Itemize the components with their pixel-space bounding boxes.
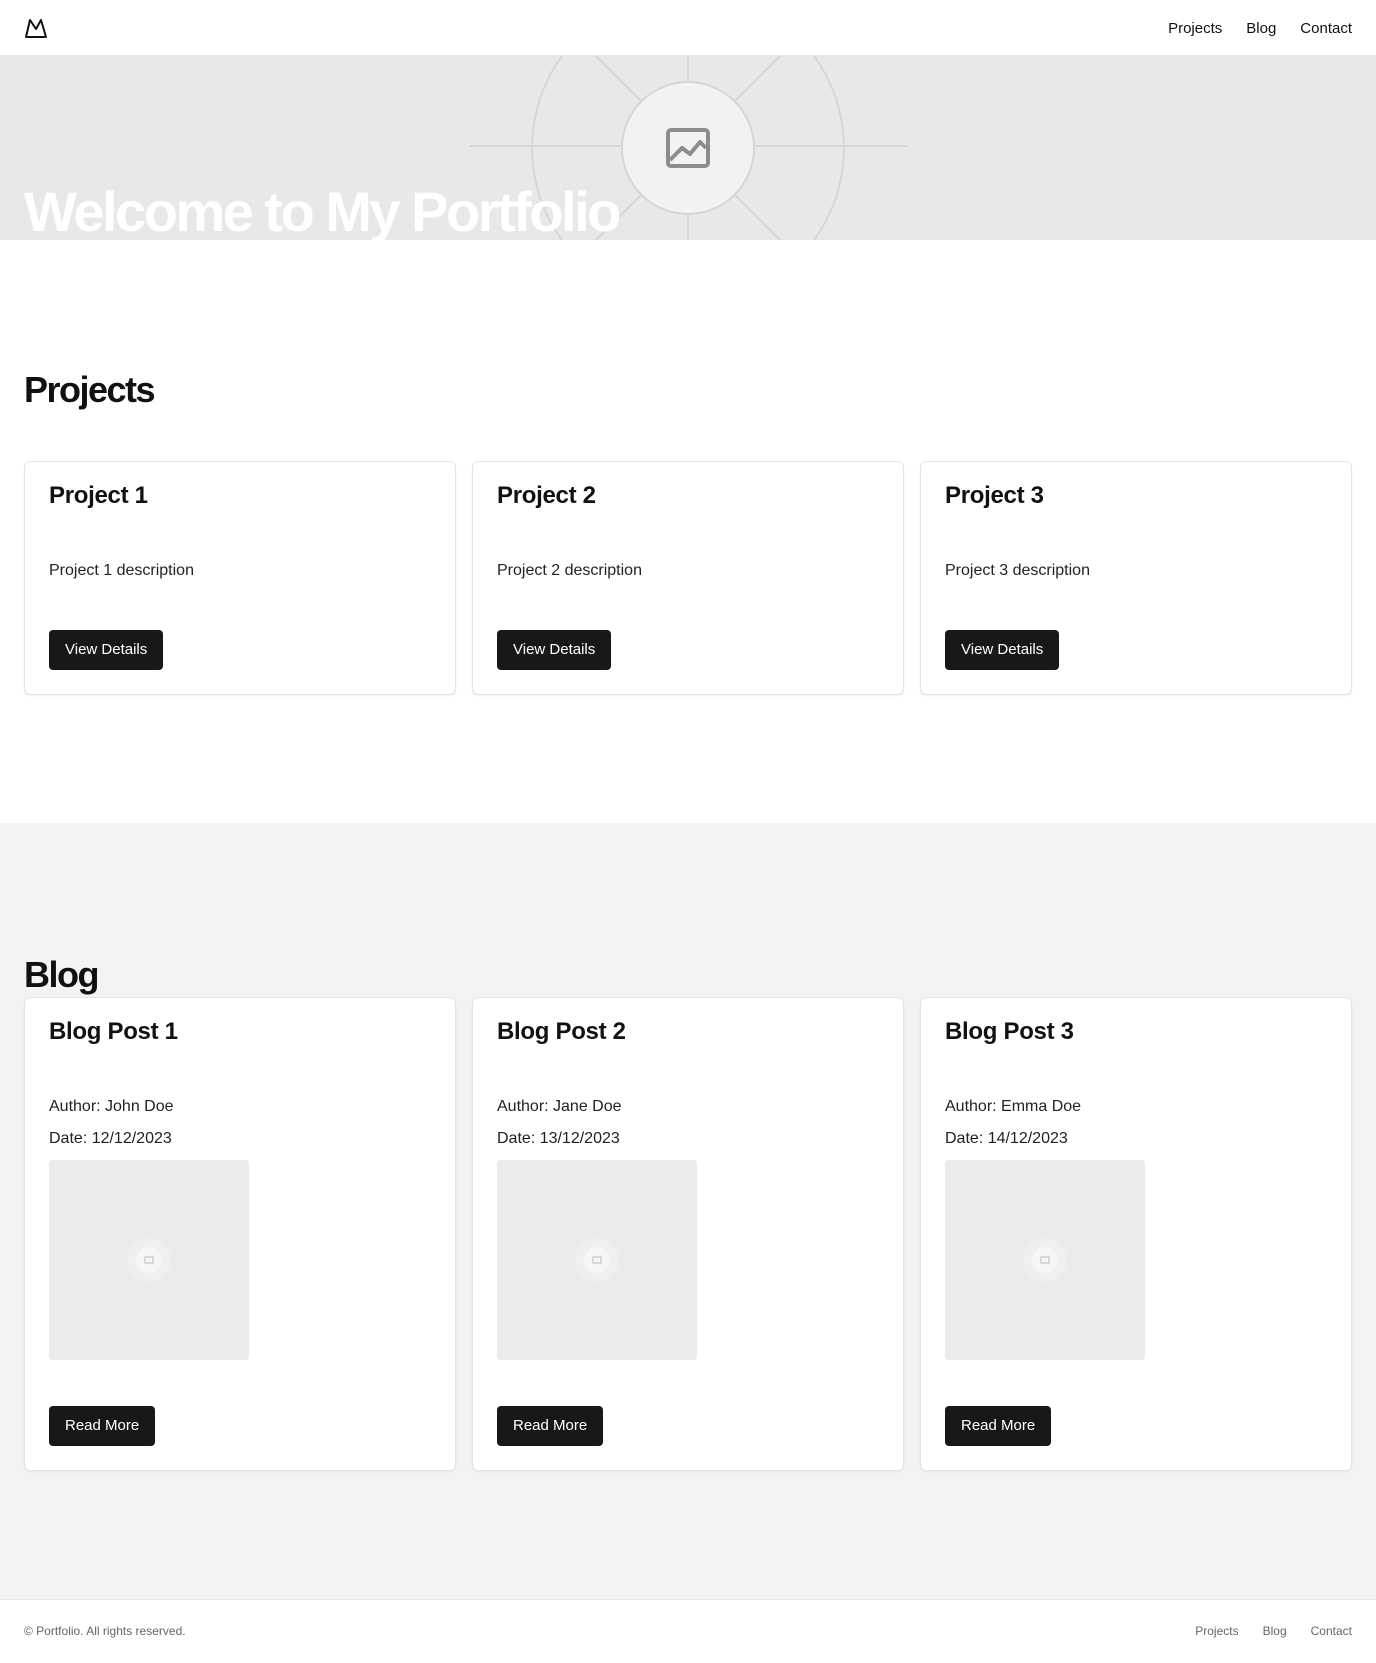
nav-link-contact[interactable]: Contact (1300, 20, 1352, 37)
blog-card: Blog Post 3 Author: Emma Doe Date: 14/12… (920, 997, 1352, 1471)
footer-nav: Projects Blog Contact (1195, 1624, 1352, 1638)
blog-heading: Blog (24, 954, 99, 995)
blog-section: Blog Blog Post 1 Author: John Doe Date: … (0, 823, 1376, 1599)
project-title: Project 2 (497, 482, 596, 509)
site-footer: © Portfolio. All rights reserved. Projec… (0, 1599, 1376, 1663)
blog-post-author: Author: Emma Doe (945, 1098, 1082, 1115)
blog-card: Blog Post 1 Author: John Doe Date: 12/12… (24, 997, 456, 1471)
footer-link-projects[interactable]: Projects (1195, 1624, 1238, 1638)
project-card: Project 3 Project 3 description View Det… (920, 461, 1352, 695)
hero-section: Welcome to My Portfolio (0, 56, 1376, 240)
blog-post-title: Blog Post 1 (49, 1018, 178, 1045)
blog-post-author: Author: John Doe (49, 1098, 174, 1115)
projects-heading: Projects (24, 369, 156, 410)
image-placeholder-icon (575, 1238, 619, 1282)
nav-link-blog[interactable]: Blog (1246, 20, 1276, 37)
blog-post-image (945, 1160, 1145, 1360)
project-card: Project 2 Project 2 description View Det… (472, 461, 904, 695)
read-more-button[interactable]: Read More (945, 1406, 1052, 1446)
blog-post-date: Date: 14/12/2023 (945, 1130, 1068, 1147)
nav-link-projects[interactable]: Projects (1168, 20, 1222, 37)
read-more-button[interactable]: Read More (49, 1406, 156, 1446)
blog-post-date: Date: 12/12/2023 (49, 1130, 172, 1147)
main-nav: Projects Blog Contact (1168, 0, 1352, 56)
blog-post-title: Blog Post 3 (945, 1018, 1074, 1045)
image-placeholder-icon (1023, 1238, 1067, 1282)
blog-post-date: Date: 13/12/2023 (497, 1130, 620, 1147)
hero-title: Welcome to My Portfolio (24, 180, 621, 240)
project-description: Project 1 description (49, 562, 194, 579)
project-description: Project 3 description (945, 562, 1090, 579)
footer-link-contact[interactable]: Contact (1311, 1624, 1352, 1638)
project-title: Project 1 (49, 482, 148, 509)
blog-post-title: Blog Post 2 (497, 1018, 626, 1045)
blog-post-author: Author: Jane Doe (497, 1098, 622, 1115)
image-placeholder-icon (666, 128, 710, 168)
read-more-button[interactable]: Read More (497, 1406, 604, 1446)
site-header: Projects Blog Contact (0, 0, 1376, 56)
view-details-button[interactable]: View Details (945, 630, 1060, 670)
view-details-button[interactable]: View Details (49, 630, 164, 670)
blog-post-image (497, 1160, 697, 1360)
footer-link-blog[interactable]: Blog (1263, 1624, 1287, 1638)
project-title: Project 3 (945, 482, 1044, 509)
project-description: Project 2 description (497, 562, 642, 579)
blog-post-image (49, 1160, 249, 1360)
project-card: Project 1 Project 1 description View Det… (24, 461, 456, 695)
blog-card: Blog Post 2 Author: Jane Doe Date: 13/12… (472, 997, 904, 1471)
mountain-logo-icon[interactable] (24, 17, 48, 39)
copyright-text: © Portfolio. All rights reserved. (24, 1624, 186, 1638)
projects-section: Projects Project 1 Project 1 description… (0, 240, 1376, 823)
view-details-button[interactable]: View Details (497, 630, 612, 670)
image-placeholder-icon (127, 1238, 171, 1282)
